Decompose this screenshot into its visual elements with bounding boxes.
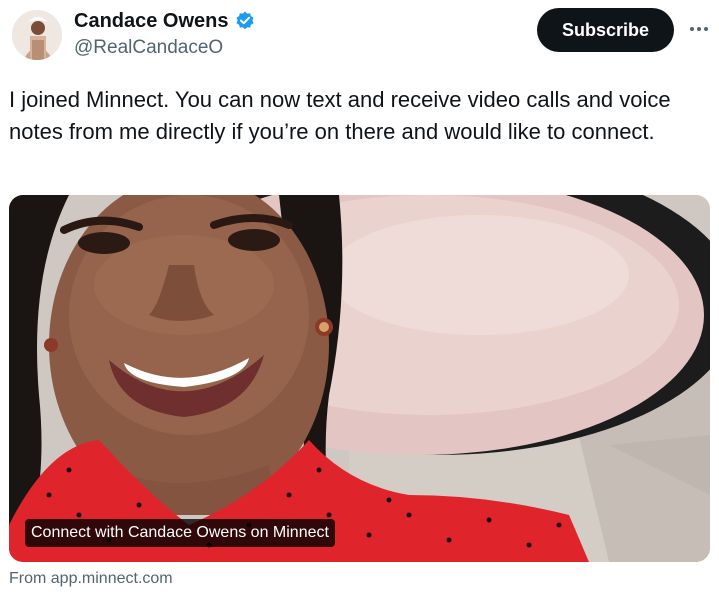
more-horizontal-icon[interactable] <box>686 16 712 42</box>
author-name-row[interactable]: Candace Owens <box>74 9 256 33</box>
card-photo <box>9 195 710 562</box>
author-handle[interactable]: @RealCandaceO <box>74 36 223 60</box>
card-overlay-title: Connect with Candace Owens on Minnect <box>25 519 335 547</box>
more-dot <box>690 27 694 31</box>
avatar[interactable] <box>12 10 62 60</box>
subscribe-button[interactable]: Subscribe <box>537 8 674 52</box>
more-dot <box>697 27 701 31</box>
verified-badge-icon <box>234 10 256 32</box>
more-dot <box>704 27 708 31</box>
link-card-image[interactable]: Connect with Candace Owens on Minnect <box>9 195 710 562</box>
tweet-text: I joined Minnect. You can now text and r… <box>9 87 671 144</box>
avatar-image <box>12 10 62 60</box>
display-name[interactable]: Candace Owens <box>74 9 229 33</box>
card-source-link[interactable]: From app.minnect.com <box>9 568 173 590</box>
